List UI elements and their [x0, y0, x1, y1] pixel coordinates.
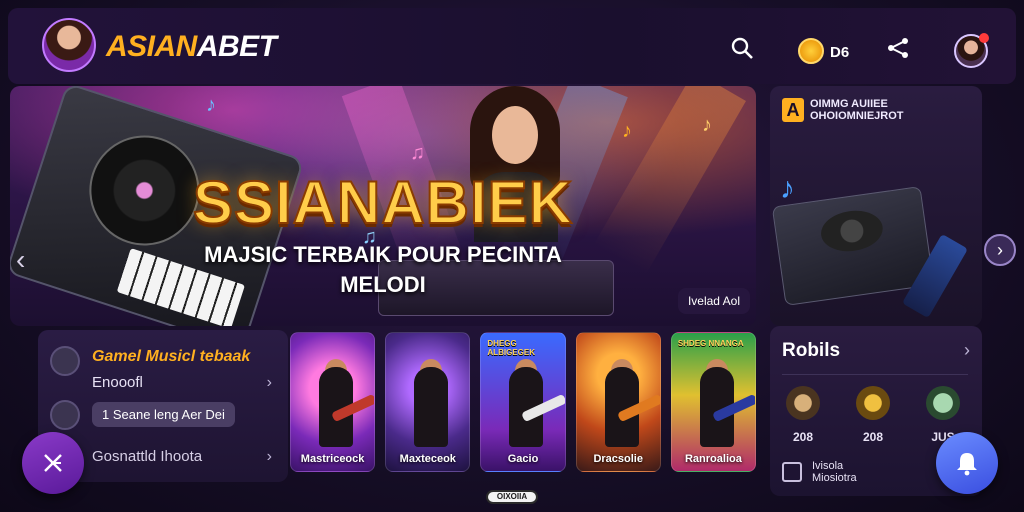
bell-icon	[957, 453, 977, 476]
brand-avatar[interactable]	[42, 18, 96, 72]
game-card-list: Mastriceock Maxteceok DHEGG ALBIGEGEK Ga…	[290, 332, 757, 472]
promo-logo: A	[782, 98, 804, 122]
game-card-tag: DHEGG ALBIGEGEK	[487, 339, 535, 357]
music-note-icon: ♫	[410, 142, 425, 164]
user-avatar[interactable]	[954, 33, 989, 68]
share-icon[interactable]	[884, 34, 912, 62]
cup-icon	[786, 386, 820, 420]
game-card-label: Mastriceock	[300, 453, 365, 465]
game-card-label: Ranroalioa	[684, 453, 742, 465]
game-card[interactable]: SHDEG NNANGA Ranroalioa	[670, 332, 757, 472]
hero-banner[interactable]: ♪ ♫ ♪ ♪ ♫ SSIANABIEK MAJSIC TERBAIK POUR…	[10, 86, 756, 326]
music-note-icon: ♪	[702, 114, 712, 136]
avatar	[50, 400, 80, 430]
game-card-label: Gacio	[507, 453, 539, 465]
chevron-right-icon[interactable]: ›	[267, 374, 272, 392]
coin-icon[interactable]	[798, 38, 824, 64]
panel-title: Gamel Musicl tebaak	[92, 348, 251, 365]
app-root: 2250 ASIANABET D6 ♪ ♫ ♪ ♪ ♫	[0, 0, 1024, 512]
music-note-icon: ♪	[206, 94, 216, 116]
rewards-footer[interactable]: Ivisola Miosiotra	[812, 460, 857, 484]
promo-title-line2: OHOIOMNIEJROT	[810, 110, 904, 122]
divider	[782, 374, 968, 375]
shuffle-icon	[44, 454, 62, 472]
game-card[interactable]: Mastriceock	[290, 332, 376, 472]
brand-part-1: ASIAN	[106, 30, 197, 63]
search-icon[interactable]	[728, 34, 756, 62]
avatar	[50, 346, 80, 376]
game-card-label: Dracsolie	[593, 453, 643, 465]
music-note-icon: ♪	[780, 172, 795, 205]
coin-balance: D6	[830, 44, 850, 61]
music-note-icon: ♪	[622, 120, 632, 142]
app-header: ASIANABET D6	[8, 8, 1016, 84]
close-menu-button[interactable]	[22, 432, 84, 494]
game-card-tag: SHDEG NNANGA	[677, 339, 744, 348]
rewards-title[interactable]: Robils	[782, 340, 840, 362]
panel-footer-link[interactable]: Gosnattld Ihoota	[92, 448, 202, 465]
game-card[interactable]: Dracsolie	[575, 332, 661, 472]
info-pill[interactable]: 1 Seane leng Aer Dei	[92, 402, 235, 427]
game-card[interactable]: Maxteceok	[385, 332, 471, 472]
reward-item[interactable]: 208	[780, 386, 826, 444]
chevron-right-icon[interactable]: ›	[964, 340, 970, 361]
rewards-footer-line1: Ivisola	[812, 460, 844, 472]
promo-title-line1: OIMMG AUIIEE	[810, 98, 888, 110]
promo-title: OIMMG AUIIEE OHOIOMNIEJROT	[810, 98, 904, 122]
home-indicator[interactable]: OIXOIIA	[486, 490, 538, 504]
chevron-right-icon[interactable]: ›	[267, 448, 272, 466]
hero-title: SSIANABIEK	[192, 168, 574, 237]
panel-subtitle[interactable]: Enooofl	[92, 374, 143, 391]
reward-value: 208	[792, 430, 814, 444]
cannon-icon	[856, 386, 890, 420]
chat-support-button[interactable]	[936, 432, 998, 494]
brand-logo[interactable]: ASIANABET	[106, 30, 277, 64]
rewards-footer-line2: Miosiotra	[812, 472, 857, 484]
hero-subtitle-line1: MAJSIC TERBAIK POUR PECINTA	[204, 242, 562, 267]
carousel-prev-icon[interactable]: ‹	[16, 244, 25, 276]
reward-item[interactable]: 208	[850, 386, 896, 444]
hero-badge[interactable]: Ivelad Aol	[677, 288, 750, 314]
cloud-icon	[926, 386, 960, 420]
brand-part-2: ABET	[196, 30, 277, 63]
promo-banner[interactable]: A OIMMG AUIIEE OHOIOMNIEJROT ♪	[770, 86, 982, 326]
carousel-next-icon[interactable]: ›	[984, 234, 1016, 266]
hero-subtitle-line2: MELODI	[340, 272, 426, 297]
ticket-icon	[782, 462, 802, 482]
game-card[interactable]: DHEGG ALBIGEGEK Gacio	[480, 332, 566, 472]
reward-value: 208	[862, 430, 884, 444]
game-card-label: Maxteceok	[399, 453, 456, 465]
